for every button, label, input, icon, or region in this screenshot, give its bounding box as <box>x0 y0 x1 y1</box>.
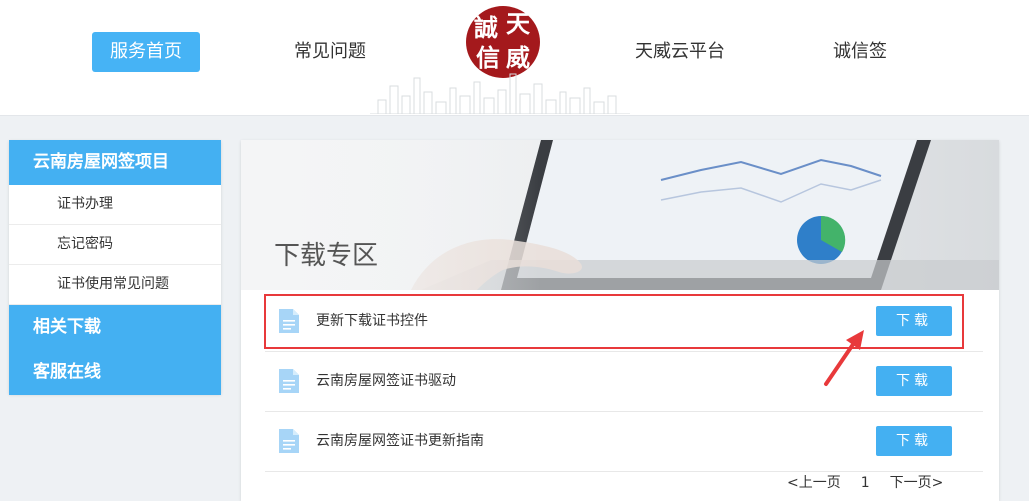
banner-title: 下载专区 <box>274 241 379 271</box>
logo[interactable]: 誠 天 信 威 <box>466 6 540 78</box>
logo-char-1: 誠 <box>474 13 498 42</box>
download-button[interactable]: 下载 <box>876 426 952 456</box>
download-button[interactable]: 下载 <box>876 366 952 396</box>
nav-faq[interactable]: 常见问题 <box>276 32 384 72</box>
current-page[interactable]: 1 <box>861 475 870 491</box>
sidebar-item-cert-faq[interactable]: 证书使用常见问题 <box>9 265 221 305</box>
annotation-arrow-icon <box>824 330 864 386</box>
pagination: <上一页 1 下一页> <box>787 474 943 492</box>
nav-home[interactable]: 服务首页 <box>92 32 200 72</box>
document-icon <box>279 369 299 393</box>
prev-page-link[interactable]: <上一页 <box>787 475 841 491</box>
logo-char-2: 天 <box>506 9 530 38</box>
download-item-name[interactable]: 云南房屋网签证书驱动 <box>316 351 456 411</box>
nav-tianwei-cloud[interactable]: 天威云平台 <box>626 32 734 72</box>
sidebar-project-title[interactable]: 云南房屋网签项目 <box>9 140 221 185</box>
sidebar-item-related-download[interactable]: 相关下载 <box>9 305 221 350</box>
logo-char-3: 信 <box>476 43 500 72</box>
download-banner: 下载专区 <box>241 140 999 290</box>
list-item: 云南房屋网签证书驱动 下载 <box>265 351 983 412</box>
download-item-name[interactable]: 云南房屋网签证书更新指南 <box>316 411 484 471</box>
site-header: 服务首页 常见问题 誠 天 信 威 天威云平台 诚信签 <box>0 0 1029 116</box>
skyline-graphic <box>370 73 630 114</box>
sidebar-item-cert-apply[interactable]: 证书办理 <box>9 185 221 225</box>
sidebar: 云南房屋网签项目 证书办理 忘记密码 证书使用常见问题 相关下载 客服在线 <box>9 140 221 395</box>
document-icon <box>279 429 299 453</box>
next-page-link[interactable]: 下一页> <box>890 475 944 491</box>
sidebar-item-forgot-password[interactable]: 忘记密码 <box>9 225 221 265</box>
sidebar-item-customer-service[interactable]: 客服在线 <box>9 350 221 395</box>
nav-chengxinqian[interactable]: 诚信签 <box>806 32 914 72</box>
logo-char-4: 威 <box>506 43 530 72</box>
list-item: 云南房屋网签证书更新指南 下载 <box>265 411 983 472</box>
